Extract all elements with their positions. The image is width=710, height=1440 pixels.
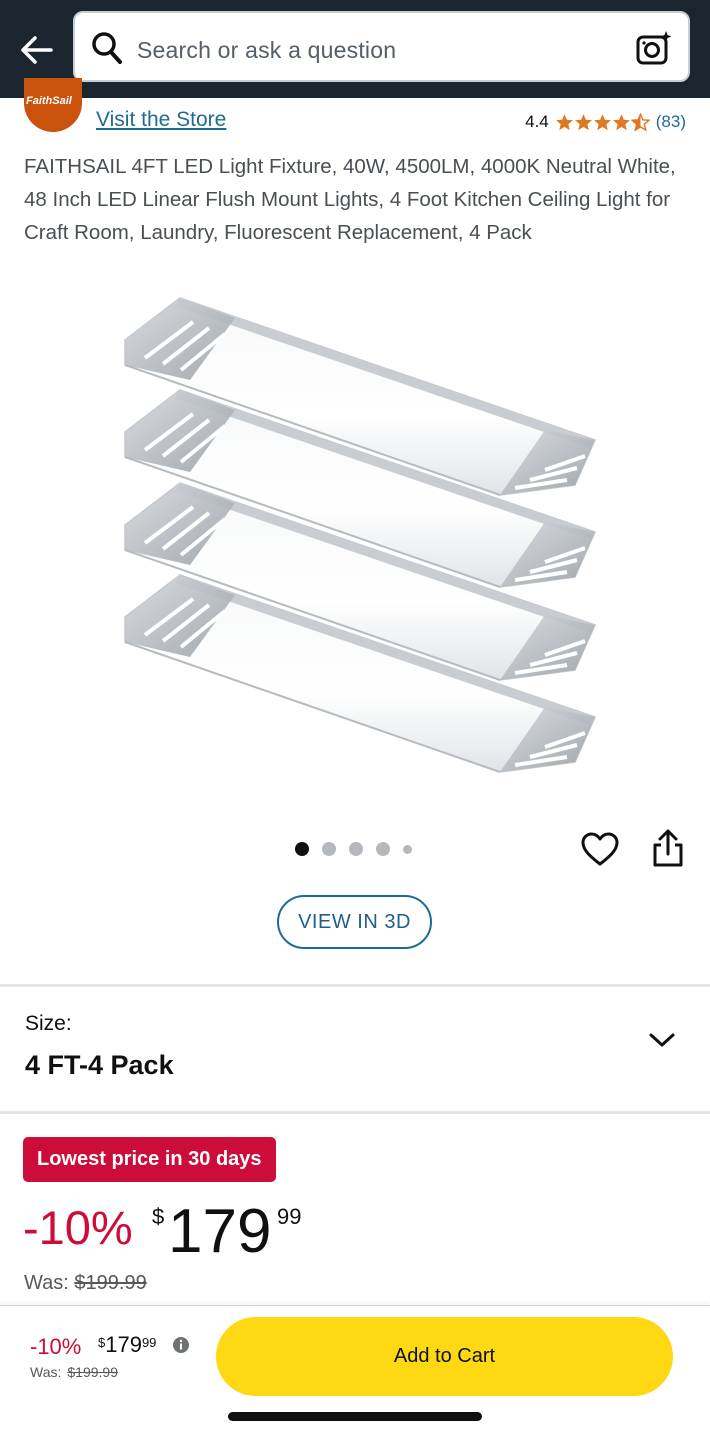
camera-search-icon[interactable] (636, 30, 672, 66)
deal-badge: Lowest price in 30 days (23, 1137, 276, 1182)
brand-logo-text: FaithSail (26, 95, 72, 107)
top-bar: Search or ask a question (0, 0, 710, 98)
size-value: 4 FT-4 Pack (25, 1050, 174, 1080)
search-placeholder: Search or ask a question (137, 37, 397, 63)
visit-store-link[interactable]: Visit the Store (96, 108, 226, 132)
back-button[interactable] (14, 28, 58, 72)
back-arrow-icon (21, 36, 53, 64)
product-title: FAITHSAIL 4FT LED Light Fixture, 40W, 45… (24, 155, 676, 244)
review-count: (83) (655, 112, 686, 131)
discount-percent: -10% (23, 1201, 133, 1254)
carousel-dot[interactable] (376, 842, 390, 856)
size-label: Size: (25, 1012, 72, 1035)
carousel-dot[interactable] (322, 842, 336, 856)
price-currency: $ (152, 1204, 165, 1229)
star-rating (555, 112, 650, 132)
search-icon (92, 32, 122, 64)
share-button[interactable] (648, 828, 688, 870)
star-icon (612, 113, 630, 130)
was-label: Was: (24, 1272, 69, 1294)
bottom-price: $17999 (98, 1332, 156, 1358)
image-carousel-dots[interactable] (295, 842, 412, 856)
home-indicator[interactable] (228, 1412, 482, 1421)
carousel-dot[interactable] (349, 842, 363, 856)
bottom-was-price: Was: $199.99 (30, 1364, 118, 1380)
info-icon[interactable] (172, 1336, 190, 1354)
carousel-dot[interactable] (295, 842, 309, 856)
bottom-price-fraction: 99 (141, 1335, 157, 1350)
rating-summary[interactable]: 4.4 (83) (525, 112, 686, 132)
heart-icon (581, 832, 619, 866)
divider (0, 1111, 710, 1114)
chevron-down-icon[interactable] (648, 1030, 676, 1050)
search-input[interactable]: Search or ask a question (73, 11, 690, 82)
bottom-price-whole: 179 (105, 1332, 142, 1357)
was-price: Was: $199.99 (24, 1272, 147, 1295)
brand-logo[interactable]: FaithSail (24, 78, 82, 132)
rating-value: 4.4 (525, 112, 549, 131)
divider (0, 984, 710, 987)
star-icon (555, 113, 573, 130)
wishlist-button[interactable] (580, 830, 620, 870)
star-icon (593, 113, 611, 130)
carousel-dot[interactable] (403, 844, 412, 854)
share-icon (653, 829, 683, 867)
bottom-discount: -10% (30, 1334, 82, 1359)
bottom-was-value: $199.99 (67, 1364, 118, 1380)
view-in-3d-button[interactable]: VIEW IN 3D (277, 895, 432, 949)
product-image[interactable] (105, 290, 605, 790)
price-whole: 179 (168, 1197, 272, 1266)
was-price-value: $199.99 (74, 1272, 147, 1294)
star-icon (574, 113, 592, 130)
bottom-was-label: Was: (30, 1364, 62, 1380)
add-to-cart-button[interactable]: Add to Cart (216, 1317, 673, 1396)
half-star-icon (630, 112, 650, 132)
bottom-price-currency: $ (98, 1335, 106, 1350)
price-fraction: 99 (277, 1204, 302, 1229)
